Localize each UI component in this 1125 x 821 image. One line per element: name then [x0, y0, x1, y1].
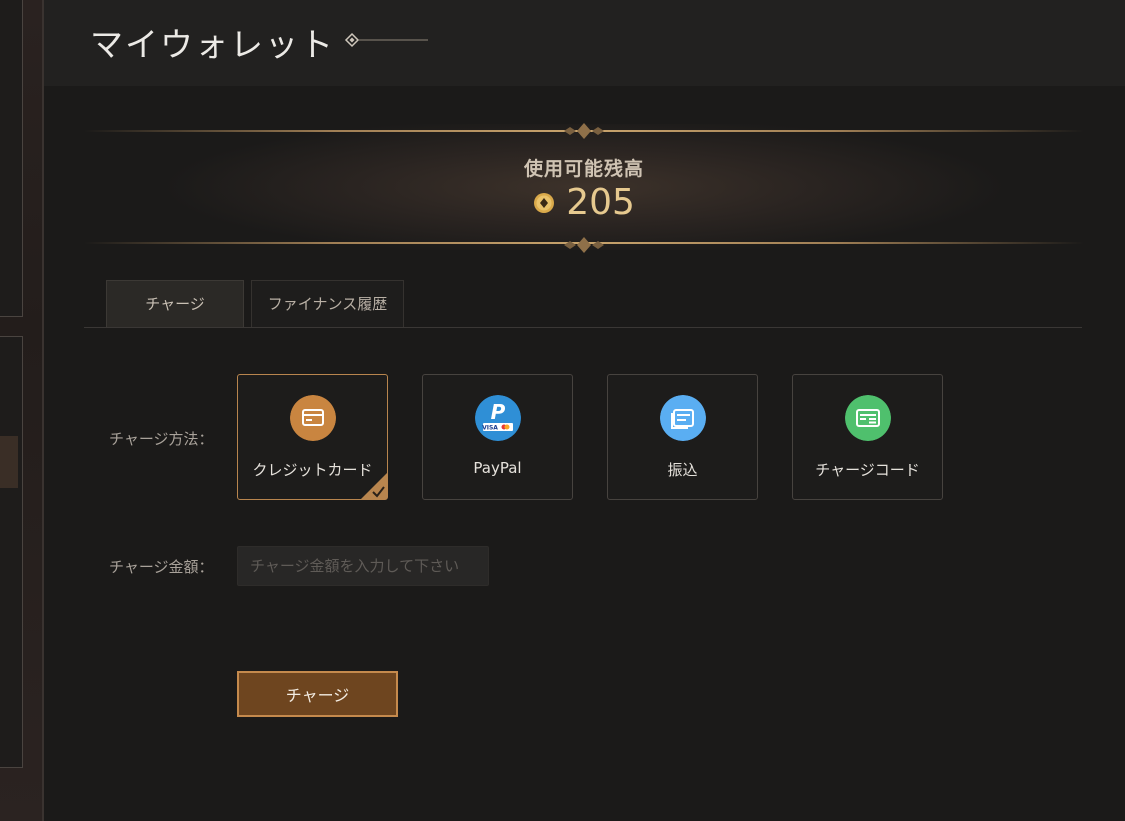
method-bank-transfer[interactable]: 振込 [607, 374, 758, 500]
balance-banner: 使用可能残高 205 [84, 123, 1084, 253]
svg-text:P: P [491, 400, 506, 424]
charge-code-icon [845, 395, 891, 441]
balance-value: 205 [566, 182, 635, 223]
coin-icon [534, 192, 555, 213]
credit-card-icon [290, 395, 336, 441]
charge-amount-input[interactable] [237, 546, 489, 586]
tab-finance-history[interactable]: ファイナンス履歴 [251, 280, 404, 327]
paypal-icon: P VISA [475, 395, 521, 441]
svg-text:VISA: VISA [482, 425, 498, 432]
method-paypal[interactable]: P VISA PayPal [422, 374, 573, 500]
method-label: チャージコード [815, 461, 920, 479]
selected-check-icon [361, 473, 387, 499]
banner-ornament-top-icon [564, 123, 604, 139]
method-credit-card[interactable]: クレジットカード [237, 374, 388, 500]
charge-method-label: チャージ方法： [109, 430, 214, 448]
method-label: PayPal [473, 459, 522, 477]
bank-transfer-icon [660, 395, 706, 441]
side-panel-selected-item [0, 436, 18, 488]
charge-amount-label: チャージ金額： [109, 558, 214, 576]
method-label: 振込 [667, 461, 698, 479]
side-panel-lower [0, 336, 23, 768]
balance-amount-row: 205 [84, 182, 1084, 223]
page-title: マイウォレット [90, 25, 335, 64]
side-panel-upper [0, 0, 23, 317]
charge-submit-button[interactable]: チャージ [237, 671, 398, 717]
method-charge-code[interactable]: チャージコード [792, 374, 943, 500]
tab-charge[interactable]: チャージ [106, 280, 244, 327]
title-ornament-icon [344, 32, 428, 48]
balance-label: 使用可能残高 [523, 158, 644, 180]
wallet-panel: マイウォレット 使用可能残高 205 チャージ ファイナンス履歴 チャージ方法：… [44, 0, 1125, 821]
tab-bar: チャージ ファイナンス履歴 [84, 280, 1082, 328]
banner-ornament-bottom-icon [564, 237, 604, 253]
page-header: マイウォレット [44, 0, 1125, 86]
